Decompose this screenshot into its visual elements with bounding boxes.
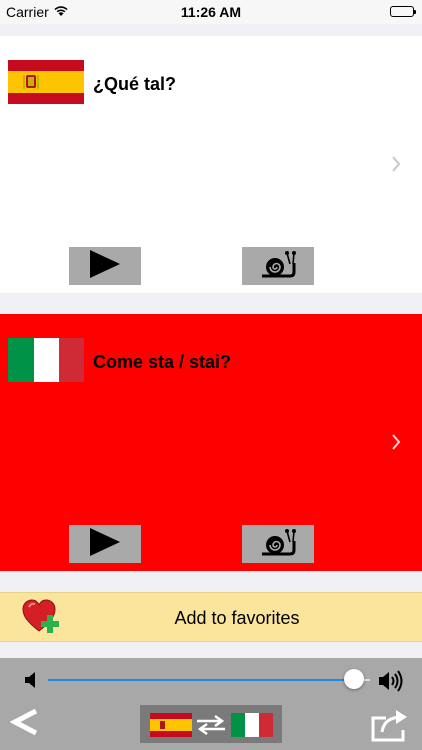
volume-slider[interactable] [48, 669, 370, 689]
volume-high-icon [378, 670, 404, 697]
add-to-favorites-button[interactable]: Add to favorites [0, 592, 422, 642]
clock: 11:26 AM [180, 4, 242, 20]
play-icon [88, 249, 122, 284]
play-button[interactable] [69, 525, 141, 563]
spain-flag-icon [8, 60, 84, 104]
target-phrase-card[interactable]: Come sta / stai? [0, 314, 422, 571]
swap-languages-button[interactable] [140, 705, 282, 743]
source-phrase: ¿Qué tal? [93, 74, 177, 94]
volume-slider-fill [48, 679, 354, 681]
chevron-right-icon[interactable] [390, 432, 402, 457]
italy-flag-icon [231, 713, 273, 742]
slow-play-button[interactable] [242, 525, 314, 563]
target-phrase: Come sta / stai? [93, 352, 232, 372]
snail-icon [260, 249, 296, 284]
play-button[interactable] [69, 247, 141, 285]
spain-flag-icon [150, 713, 192, 742]
swap-languages-icon [195, 714, 227, 740]
control-bar [0, 658, 422, 750]
play-icon [88, 527, 122, 562]
status-bar: Carrier 11:26 AM [0, 0, 422, 24]
battery-icon [390, 6, 416, 17]
volume-slider-thumb[interactable] [343, 669, 364, 689]
volume-low-icon [24, 670, 38, 695]
favorites-label: Add to favorites [174, 608, 300, 628]
share-icon[interactable] [370, 708, 410, 747]
italy-flag-icon [8, 338, 84, 382]
back-icon[interactable] [9, 706, 40, 743]
slow-play-button[interactable] [242, 247, 314, 285]
snail-icon [260, 527, 296, 562]
source-phrase-card[interactable]: ¿Qué tal? [0, 36, 422, 293]
chevron-right-icon[interactable] [390, 154, 402, 179]
